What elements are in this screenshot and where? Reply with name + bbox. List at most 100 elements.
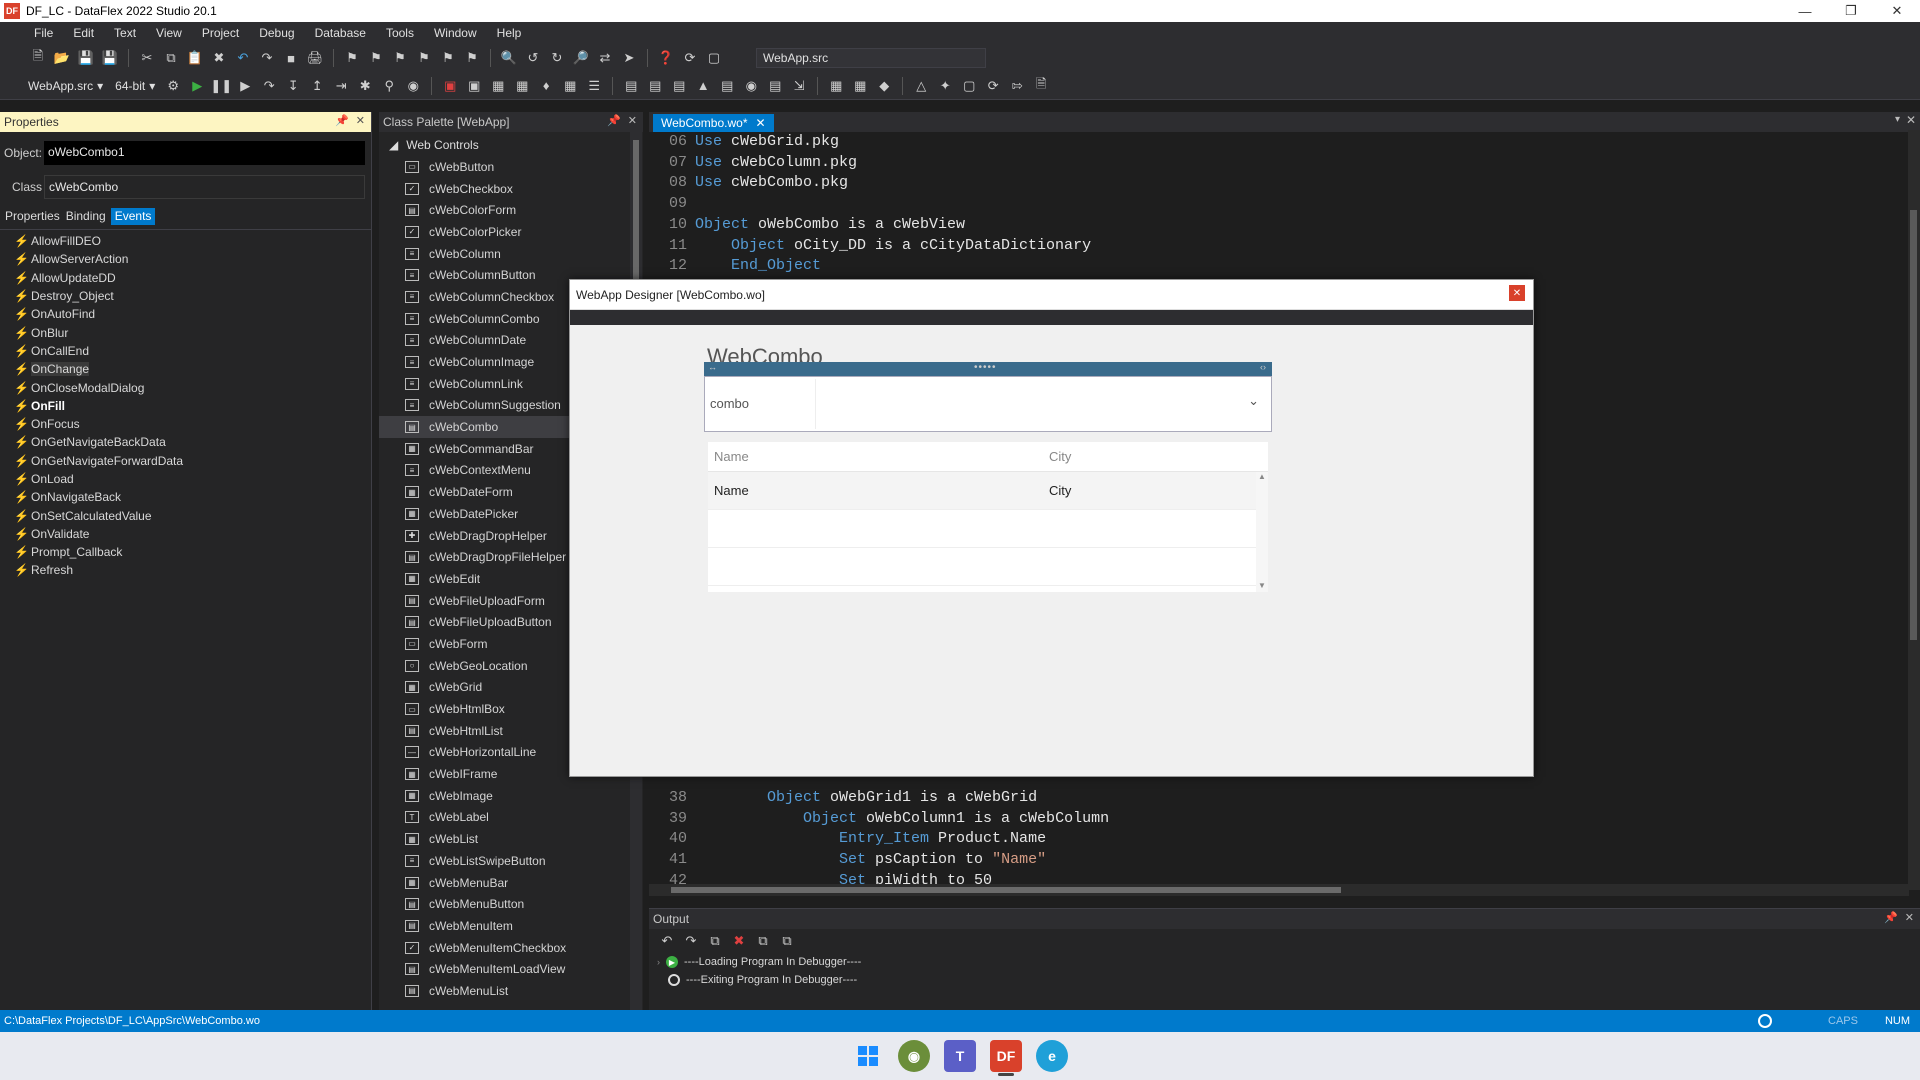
minimize-button[interactable]: — (1782, 0, 1828, 22)
menu-database[interactable]: Database (305, 26, 376, 40)
teams-icon[interactable]: T (944, 1040, 976, 1072)
bookmark-clear-icon[interactable]: ⚑ (415, 49, 433, 67)
workspace-dropdown[interactable]: WebApp.src ▾ (22, 79, 109, 93)
run-to-cursor-icon[interactable]: ⇥ (332, 77, 350, 95)
view-icon[interactable]: ▣ (465, 77, 483, 95)
menu-help[interactable]: Help (487, 26, 532, 40)
bookmark-tool-icon[interactable]: ⚑ (463, 49, 481, 67)
window-icon[interactable]: ▢ (960, 77, 978, 95)
edge-icon[interactable]: e (1036, 1040, 1068, 1072)
expand-icon[interactable]: ⧉ (778, 932, 796, 950)
find-prev-icon[interactable]: ↺ (524, 49, 542, 67)
event-item[interactable]: ⚡ OnFill (0, 397, 371, 415)
code-line[interactable]: 06 Use cWebGrid.pkg (649, 132, 839, 152)
step-over-icon[interactable]: ↷ (260, 77, 278, 95)
table-row[interactable]: Name City (708, 472, 1268, 510)
event-item[interactable]: ⚡ AllowFillDEO (0, 232, 371, 250)
document-icon[interactable]: ▤ (718, 77, 736, 95)
open-folder-icon[interactable]: 📂 (53, 49, 71, 67)
event-item[interactable]: ⚡ AllowServerAction (0, 250, 371, 268)
tab-events[interactable]: Events (110, 208, 156, 225)
bitness-dropdown[interactable]: 64-bit ▾ (109, 79, 161, 93)
delete-icon[interactable]: ✖ (210, 49, 228, 67)
event-item[interactable]: ⚡ OnBlur (0, 323, 371, 341)
redo-icon[interactable]: ↷ (258, 49, 276, 67)
report-icon[interactable]: ▤ (622, 77, 640, 95)
palette-item[interactable]: ▤ cWebColorForm (379, 199, 643, 221)
restore-button[interactable]: ❐ (1828, 0, 1874, 22)
image-icon[interactable]: ▤ (766, 77, 784, 95)
editor-vscroll-thumb[interactable] (1910, 210, 1917, 640)
bookmark-icon[interactable]: ⚑ (343, 49, 361, 67)
tab-properties[interactable]: Properties (4, 208, 65, 225)
event-item[interactable]: ⚡ Destroy_Object (0, 287, 371, 305)
menu-window[interactable]: Window (424, 26, 487, 40)
globe-app-icon[interactable]: ◉ (898, 1040, 930, 1072)
pin-icon[interactable]: 📌 (1884, 911, 1898, 924)
event-item[interactable]: ⚡ OnGetNavigateBackData (0, 433, 371, 451)
copy-output-icon[interactable]: ⧉ (706, 932, 724, 950)
event-item[interactable]: ⚡ OnValidate (0, 525, 371, 543)
refresh-icon[interactable]: ⟳ (984, 77, 1002, 95)
resize-handle-icon[interactable]: ↔ (708, 362, 717, 372)
palette-item[interactable]: ▤ cWebMenuList (379, 980, 643, 1002)
object-field[interactable]: oWebCombo1 (44, 141, 365, 165)
table-viewer-icon[interactable]: ▦ (513, 77, 531, 95)
clear-output-icon[interactable]: ✖ (730, 932, 748, 950)
scroll-up-icon[interactable]: ▲ (1256, 472, 1268, 481)
event-item[interactable]: ⚡ OnGetNavigateForwardData (0, 452, 371, 470)
watch-icon[interactable]: ⚲ (380, 77, 398, 95)
calendar-icon[interactable]: ▤ (646, 77, 664, 95)
palette-item[interactable]: ▭ cWebButton (379, 156, 643, 178)
stop-debug-icon[interactable]: ◉ (404, 77, 422, 95)
event-item[interactable]: ⚡ OnAutoFind (0, 305, 371, 323)
code-line[interactable]: 08 Use cWebCombo.pkg (649, 173, 848, 193)
code-line[interactable]: 07 Use cWebColumn.pkg (649, 153, 857, 173)
palette-item[interactable]: ✓ cWebMenuItemCheckbox (379, 937, 643, 959)
palette-item[interactable]: ▦ cWebMenuBar (379, 872, 643, 894)
new-file-icon[interactable]: 🗎 (29, 48, 47, 67)
stop-icon[interactable]: ■ (282, 49, 300, 67)
chart-icon[interactable]: ▲ (694, 77, 712, 95)
search-icon[interactable]: 🔍 (500, 49, 518, 67)
event-item[interactable]: ⚡ OnCallEnd (0, 342, 371, 360)
help-icon[interactable]: ❓ (657, 49, 675, 67)
menu-text[interactable]: Text (104, 26, 146, 40)
code-line[interactable]: 12 End_Object (649, 256, 821, 276)
menu-tools[interactable]: Tools (376, 26, 424, 40)
code-line[interactable]: 10 Object oWebCombo is a cWebView (649, 215, 965, 235)
menu-edit[interactable]: Edit (63, 26, 104, 40)
tab-binding[interactable]: Binding (65, 208, 111, 225)
event-item[interactable]: ⚡ OnNavigateBack (0, 488, 371, 506)
palette-item[interactable]: ✓ cWebColorPicker (379, 221, 643, 243)
data-dictionary-icon[interactable]: ◆ (875, 77, 893, 95)
find-next-icon[interactable]: ↻ (548, 49, 566, 67)
bookmark-next-icon[interactable]: ⚑ (391, 49, 409, 67)
exit-icon[interactable]: ⇰ (1008, 77, 1026, 95)
code-line[interactable]: 41 Set psCaption to "Name" (649, 850, 1046, 870)
wizard-icon[interactable]: ✦ (936, 77, 954, 95)
windows-start-icon[interactable] (852, 1040, 884, 1072)
menu-view[interactable]: View (146, 26, 192, 40)
save-icon[interactable]: 💾 (77, 49, 95, 67)
grid-scrollbar[interactable]: ▲ ▼ (1256, 472, 1268, 592)
layout-icon[interactable]: ▦ (489, 77, 507, 95)
print-icon[interactable]: 🖨 (306, 49, 324, 67)
goto-next-icon[interactable]: ↷ (682, 932, 700, 950)
close-all-icon[interactable]: ✕ (1906, 113, 1916, 127)
tab-webcombo-wo[interactable]: WebCombo.wo* ✕ (653, 114, 774, 132)
code-line[interactable]: 38 Object oWebGrid1 is a cWebGrid (649, 788, 1037, 808)
palette-item[interactable]: ▤ cWebMenuButton (379, 893, 643, 915)
list-icon[interactable]: ☰ (585, 77, 603, 95)
save-all-icon[interactable]: 💾 (101, 49, 119, 67)
close-button[interactable]: ✕ (1874, 0, 1920, 22)
date-form-icon[interactable]: ▤ (670, 77, 688, 95)
code-line[interactable]: 11 Object oCity_DD is a cCityDataDiction… (649, 236, 1091, 256)
undo-icon[interactable]: ↶ (234, 49, 252, 67)
menu-debug[interactable]: Debug (249, 26, 304, 40)
collapse-icon[interactable]: ⧉ (754, 932, 772, 950)
table-grid-icon[interactable]: ▦ (851, 77, 869, 95)
table-row[interactable] (708, 548, 1268, 586)
copy-icon[interactable]: ⧉ (162, 49, 180, 67)
designer-close-icon[interactable]: ✕ (1509, 285, 1525, 301)
